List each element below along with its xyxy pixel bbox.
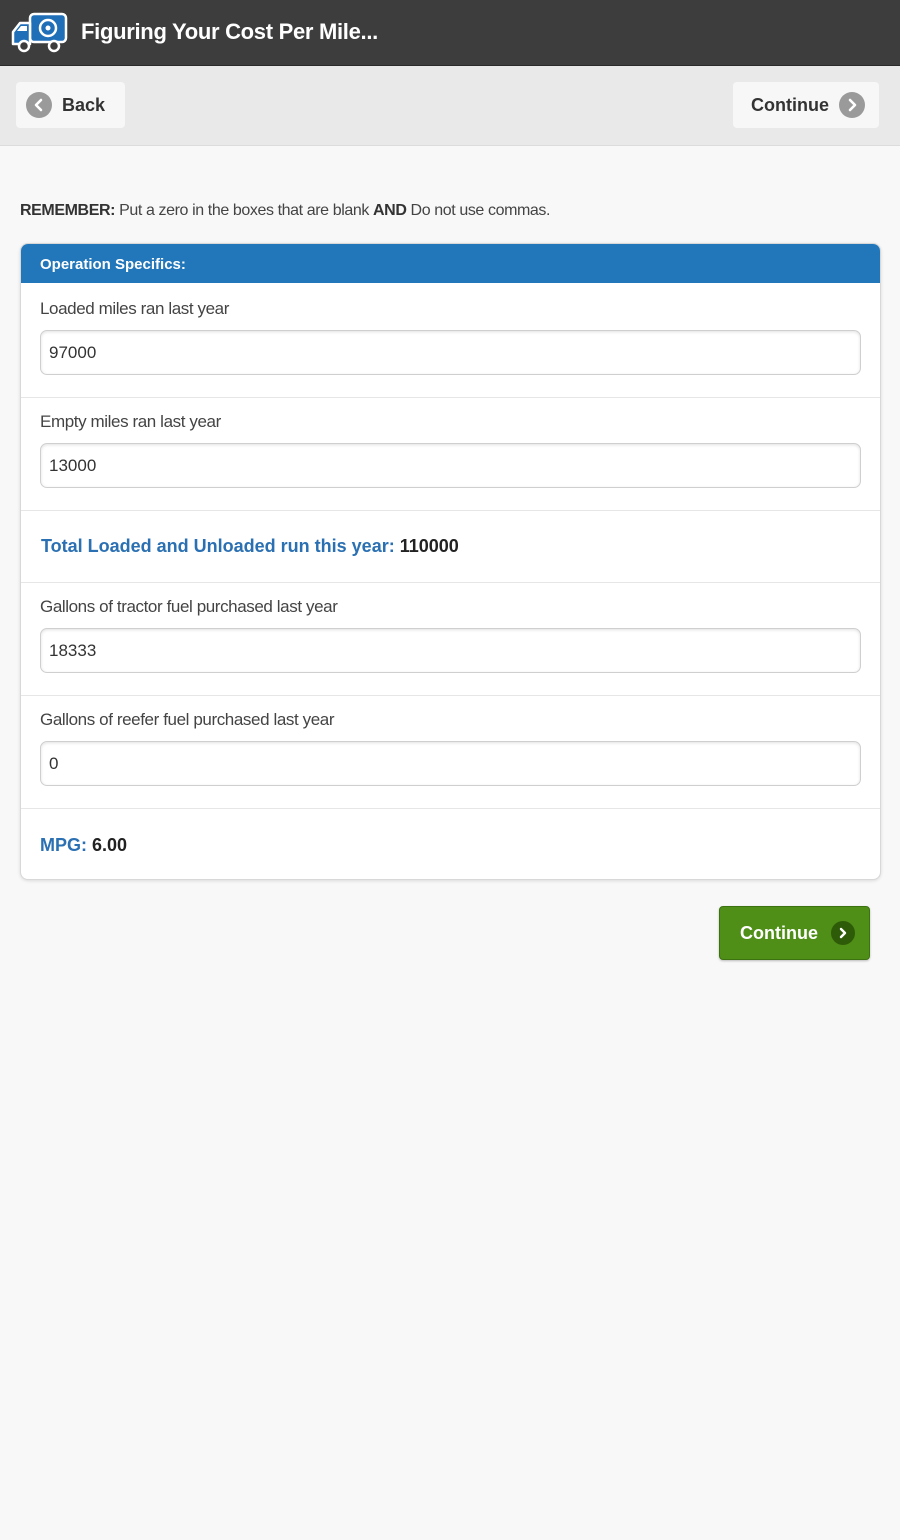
mpg-summary: MPG: 6.00 — [40, 835, 127, 856]
chevron-right-icon — [831, 921, 855, 945]
reefer-fuel-input[interactable] — [40, 741, 861, 786]
loaded-miles-row: Loaded miles ran last year — [21, 283, 880, 397]
toolbar: Back Continue — [0, 66, 900, 146]
tractor-fuel-label: Gallons of tractor fuel purchased last y… — [40, 597, 338, 616]
mpg-row: MPG: 6.00 — [21, 808, 880, 879]
chevron-left-icon — [26, 92, 52, 118]
panel-header: Operation Specifics: — [21, 244, 880, 283]
loaded-miles-input[interactable] — [40, 330, 861, 375]
empty-miles-label: Empty miles ran last year — [40, 412, 221, 431]
truck-logo-icon — [11, 12, 68, 53]
empty-miles-input[interactable] — [40, 443, 861, 488]
title-bar: Figuring Your Cost Per Mile... — [0, 0, 900, 66]
continue-top-button-label: Continue — [751, 94, 829, 115]
operation-specifics-panel: Operation Specifics: Loaded miles ran la… — [20, 243, 881, 880]
back-button[interactable]: Back — [16, 82, 125, 128]
tractor-fuel-input[interactable] — [40, 628, 861, 673]
loaded-miles-label: Loaded miles ran last year — [40, 299, 229, 318]
chevron-right-icon — [839, 92, 865, 118]
page-title: Figuring Your Cost Per Mile... — [81, 19, 378, 44]
total-miles-row: Total Loaded and Unloaded run this year:… — [21, 510, 880, 582]
and-label: AND — [373, 202, 407, 219]
reefer-fuel-row: Gallons of reefer fuel purchased last ye… — [21, 695, 880, 808]
instruction-notice: REMEMBER: Put a zero in the boxes that a… — [20, 202, 550, 220]
continue-button[interactable]: Continue — [719, 906, 870, 960]
back-button-label: Back — [62, 94, 106, 115]
mpg-value: 6.00 — [92, 835, 128, 855]
notice-text-1: Put a zero in the boxes that are blank — [115, 202, 374, 219]
reefer-fuel-label: Gallons of reefer fuel purchased last ye… — [40, 710, 335, 729]
empty-miles-row: Empty miles ran last year — [21, 397, 880, 510]
remember-label: REMEMBER: — [20, 202, 116, 219]
total-miles-summary: Total Loaded and Unloaded run this year:… — [41, 536, 459, 557]
continue-button-label: Continue — [740, 922, 818, 943]
total-miles-value: 110000 — [399, 536, 459, 556]
tractor-fuel-row: Gallons of tractor fuel purchased last y… — [21, 582, 880, 695]
notice-text-2: Do not use commas. — [406, 202, 551, 219]
mpg-label: MPG: — [40, 835, 87, 855]
continue-top-button[interactable]: Continue — [733, 82, 879, 128]
total-miles-label: Total Loaded and Unloaded run this year: — [41, 536, 395, 556]
